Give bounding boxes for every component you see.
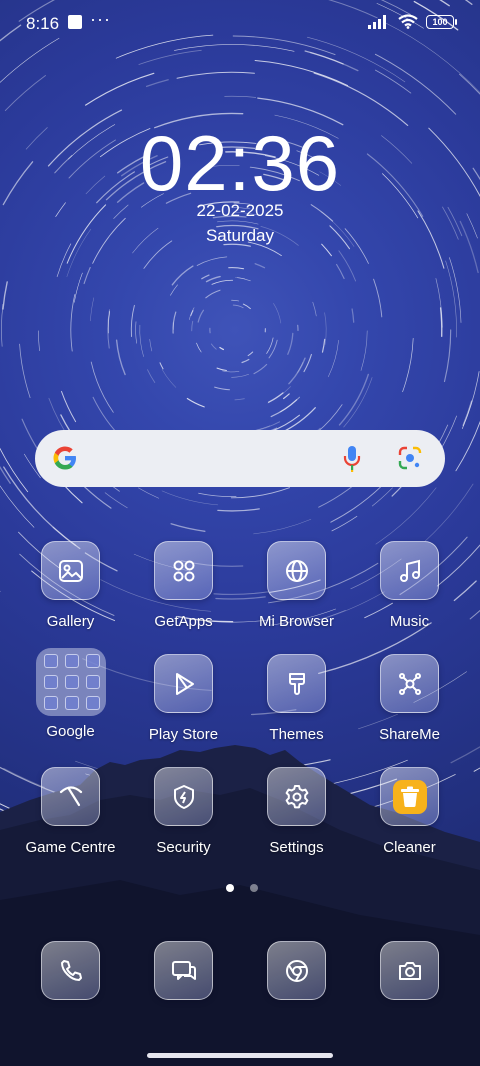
app-label: Cleaner <box>383 839 436 856</box>
app-settings[interactable]: Settings <box>240 767 353 856</box>
clock-day: Saturday <box>205 226 275 245</box>
cleaner-icon <box>380 767 439 826</box>
app-label: Google <box>46 723 95 740</box>
brush-icon <box>267 654 326 713</box>
messages-icon <box>154 941 213 1000</box>
page-dot-active[interactable] <box>226 884 234 892</box>
google-search-bar[interactable] <box>35 430 445 487</box>
app-label: Music <box>389 613 430 630</box>
play-store-icon <box>154 654 213 713</box>
app-label: Game Centre <box>25 839 116 856</box>
google-g-icon <box>53 446 76 470</box>
shield-icon <box>154 767 213 826</box>
shareme-icon <box>380 654 439 713</box>
app-gallery[interactable]: Gallery <box>14 541 127 630</box>
app-game-centre[interactable]: Game Centre <box>14 767 127 856</box>
app-label: GetApps <box>154 613 213 630</box>
game-centre-icon <box>41 767 100 826</box>
app-music[interactable]: Music <box>353 541 466 630</box>
app-cleaner[interactable]: Cleaner <box>353 767 466 856</box>
app-mi-browser[interactable]: Mi Browser <box>240 541 353 630</box>
gear-icon <box>267 767 326 826</box>
app-label: ShareMe <box>379 726 440 743</box>
app-themes[interactable]: Themes <box>240 654 353 743</box>
globe-icon <box>267 541 326 600</box>
more-notifications-icon: ··· <box>90 9 111 29</box>
app-play-store[interactable]: Play Store <box>127 654 240 743</box>
chrome-icon <box>267 941 326 1000</box>
music-note-icon <box>380 541 439 600</box>
app-label: Themes <box>269 726 324 743</box>
app-label: Gallery <box>46 613 95 630</box>
status-time: 8:16 <box>26 14 60 33</box>
app-label: Mi Browser <box>258 613 334 630</box>
folder-icon <box>35 648 106 716</box>
dock-phone[interactable] <box>14 941 127 1000</box>
dock-messages[interactable] <box>127 941 240 1000</box>
app-getapps[interactable]: GetApps <box>127 541 240 630</box>
folder-google[interactable]: Google <box>14 648 127 740</box>
gesture-navigation-bar[interactable] <box>147 1053 333 1058</box>
battery-icon: 100 <box>426 14 457 29</box>
app-label: Play Store <box>148 726 219 743</box>
getapps-icon <box>154 541 213 600</box>
phone-icon <box>41 941 100 1000</box>
gallery-icon <box>41 541 100 600</box>
app-shareme[interactable]: ShareMe <box>353 654 466 743</box>
dock-camera[interactable] <box>353 941 466 1000</box>
status-bar: 8:16 ··· 100 <box>0 0 480 46</box>
page-dot[interactable] <box>250 884 258 892</box>
app-security[interactable]: Security <box>127 767 240 856</box>
microphone-icon[interactable] <box>341 444 363 474</box>
clock-time[interactable]: 02:36 <box>0 118 480 209</box>
clock-date: 22-02-2025 <box>196 201 284 220</box>
app-label: Security <box>156 839 211 856</box>
app-label: Settings <box>269 839 324 856</box>
signal-icon <box>368 14 386 29</box>
notification-square-icon <box>68 15 82 29</box>
wifi-icon <box>398 14 418 29</box>
page-indicator[interactable] <box>226 884 258 892</box>
google-lens-icon[interactable] <box>397 445 423 471</box>
dock-chrome[interactable] <box>240 941 353 1000</box>
camera-icon <box>380 941 439 1000</box>
